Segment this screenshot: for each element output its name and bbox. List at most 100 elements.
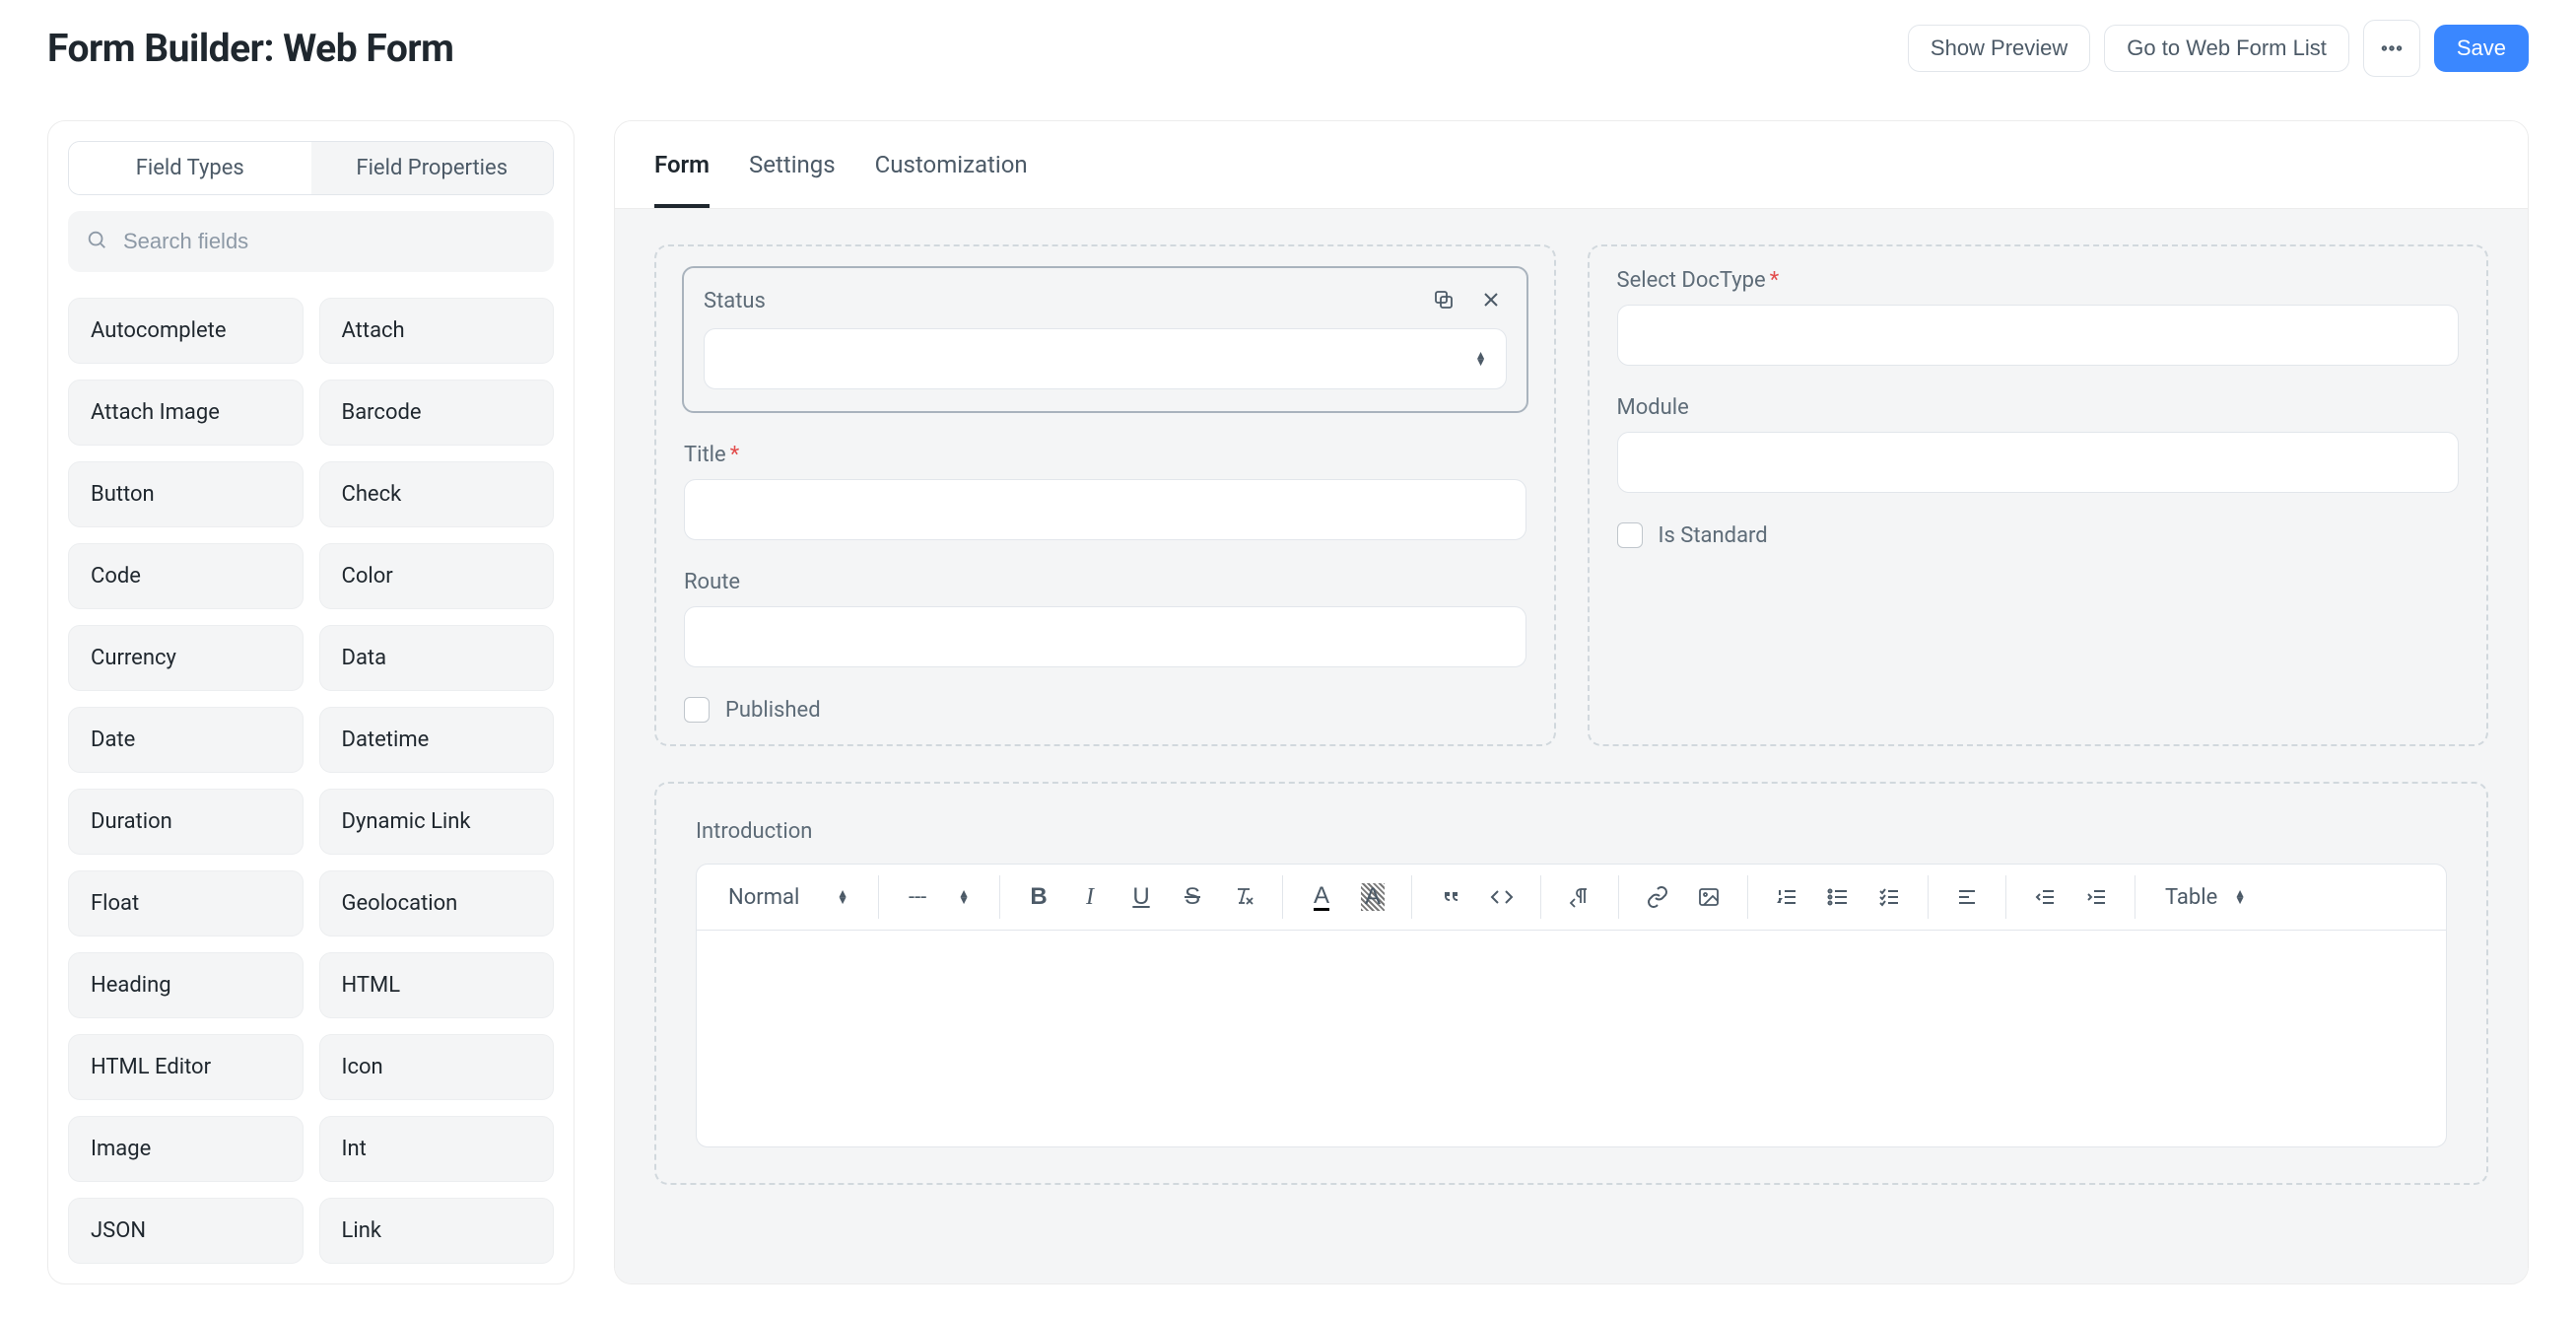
direction-button[interactable] [1557, 874, 1602, 920]
field-type-button[interactable]: Button [68, 461, 304, 527]
field-label: Module [1617, 395, 2460, 420]
unordered-list-button[interactable] [1815, 874, 1861, 920]
italic-button[interactable]: I [1067, 874, 1113, 920]
field-type-json[interactable]: JSON [68, 1198, 304, 1264]
outdent-button[interactable] [2022, 874, 2068, 920]
field-type-icon[interactable]: Icon [319, 1034, 555, 1100]
toolbar-separator [1282, 875, 1283, 919]
field-type-autocomplete[interactable]: Autocomplete [68, 298, 304, 364]
field-type-geolocation[interactable]: Geolocation [319, 870, 555, 936]
editor-heading: Introduction [696, 819, 2447, 844]
tab-field-types[interactable]: Field Types [69, 142, 311, 194]
field-type-currency[interactable]: Currency [68, 625, 304, 691]
search-icon [86, 229, 107, 254]
field-type-code[interactable]: Code [68, 543, 304, 609]
field-type-dynamic-link[interactable]: Dynamic Link [319, 789, 555, 855]
table-select[interactable]: Table ▲▼ [2151, 877, 2260, 918]
format-select[interactable]: Normal ▲▼ [714, 877, 862, 918]
toolbar-separator [1928, 875, 1929, 919]
align-button[interactable] [1944, 874, 1990, 920]
field-type-html-editor[interactable]: HTML Editor [68, 1034, 304, 1100]
field-type-heading[interactable]: Heading [68, 952, 304, 1018]
go-to-list-button[interactable]: Go to Web Form List [2104, 25, 2349, 72]
main-tabs: Form Settings Customization [615, 121, 2528, 209]
toolbar-separator [1747, 875, 1748, 919]
field-type-link[interactable]: Link [319, 1198, 555, 1264]
field-route[interactable]: Route [684, 570, 1526, 667]
form-canvas: Status [615, 209, 2528, 1284]
field-type-int[interactable]: Int [319, 1116, 555, 1182]
toolbar-separator [2005, 875, 2006, 919]
module-input[interactable] [1617, 432, 2460, 493]
checklist-button[interactable] [1866, 874, 1912, 920]
code-button[interactable] [1479, 874, 1525, 920]
link-icon [1646, 885, 1669, 909]
field-published[interactable]: Published [684, 697, 1526, 723]
field-type-color[interactable]: Color [319, 543, 555, 609]
main-tab-settings[interactable]: Settings [749, 121, 836, 208]
toolbar-separator [1411, 875, 1412, 919]
chevron-updown-icon: ▲▼ [958, 890, 970, 904]
italic-icon: I [1086, 884, 1094, 911]
strikethrough-button[interactable]: S [1170, 874, 1215, 920]
field-label: Route [684, 570, 1526, 594]
field-type-html[interactable]: HTML [319, 952, 555, 1018]
toolbar-separator [999, 875, 1000, 919]
duplicate-field-button[interactable] [1428, 284, 1459, 318]
field-type-attach[interactable]: Attach [319, 298, 555, 364]
tab-field-properties[interactable]: Field Properties [311, 142, 554, 194]
main-tab-form[interactable]: Form [654, 121, 710, 208]
editor-body[interactable] [696, 931, 2447, 1147]
highlight-button[interactable]: A [1350, 874, 1395, 920]
image-button[interactable] [1686, 874, 1731, 920]
link-button[interactable] [1635, 874, 1680, 920]
copy-icon [1432, 288, 1456, 312]
is-standard-checkbox[interactable] [1617, 522, 1643, 548]
field-type-datetime[interactable]: Datetime [319, 707, 555, 773]
paragraph-rtl-icon [1568, 885, 1592, 909]
field-select-doctype[interactable]: Select DocType* [1617, 268, 2460, 366]
show-preview-button[interactable]: Show Preview [1908, 25, 2090, 72]
field-type-attach-image[interactable]: Attach Image [68, 380, 304, 446]
bold-button[interactable]: B [1016, 874, 1061, 920]
bold-icon: B [1030, 883, 1047, 911]
checkbox-label: Is Standard [1659, 523, 1768, 548]
blockquote-button[interactable] [1428, 874, 1473, 920]
close-icon [1479, 288, 1503, 312]
remove-field-button[interactable] [1475, 284, 1507, 318]
search-input[interactable] [68, 211, 554, 272]
underline-button[interactable]: U [1119, 874, 1164, 920]
field-type-data[interactable]: Data [319, 625, 555, 691]
sidebar-segmented-control: Field Types Field Properties [68, 141, 554, 195]
main-tab-customization[interactable]: Customization [875, 121, 1028, 208]
select-doctype-input[interactable] [1617, 305, 2460, 366]
route-input[interactable] [684, 606, 1526, 667]
chevron-updown-icon: ▲▼ [2234, 890, 2246, 904]
more-horizontal-icon [2379, 35, 2405, 61]
save-button[interactable]: Save [2434, 25, 2529, 72]
field-title[interactable]: Title* [684, 443, 1526, 540]
field-module[interactable]: Module [1617, 395, 2460, 493]
status-select[interactable] [704, 328, 1507, 389]
sidebar: Field Types Field Properties Autocomplet… [47, 120, 575, 1284]
field-type-float[interactable]: Float [68, 870, 304, 936]
clear-format-button[interactable] [1221, 874, 1266, 920]
field-type-check[interactable]: Check [319, 461, 555, 527]
field-type-image[interactable]: Image [68, 1116, 304, 1182]
field-is-standard[interactable]: Is Standard [1617, 522, 2460, 548]
editor-toolbar: Normal ▲▼ --- ▲▼ B I U S [696, 864, 2447, 931]
field-status[interactable]: Status [682, 266, 1528, 413]
indent-button[interactable] [2073, 874, 2119, 920]
editor-section: Introduction Normal ▲▼ --- ▲▼ B [654, 782, 2488, 1185]
field-type-barcode[interactable]: Barcode [319, 380, 555, 446]
published-checkbox[interactable] [684, 697, 710, 723]
clear-format-icon [1232, 885, 1255, 909]
ordered-list-button[interactable] [1764, 874, 1809, 920]
text-color-button[interactable]: A [1299, 874, 1344, 920]
title-input[interactable] [684, 479, 1526, 540]
field-type-duration[interactable]: Duration [68, 789, 304, 855]
field-type-date[interactable]: Date [68, 707, 304, 773]
size-select[interactable]: --- ▲▼ [895, 877, 983, 918]
underline-icon: U [1132, 883, 1149, 911]
more-button[interactable] [2363, 20, 2420, 77]
